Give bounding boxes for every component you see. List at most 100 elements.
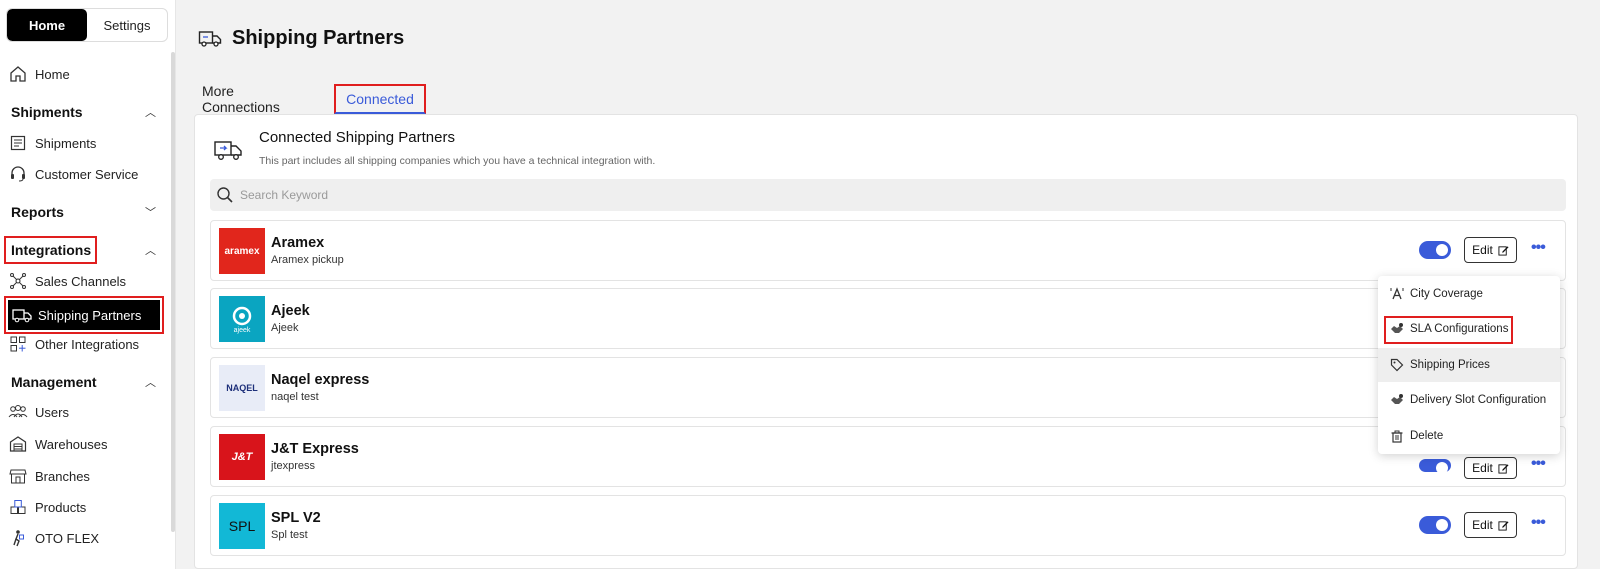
trash-icon <box>1390 429 1404 443</box>
section-label: Management <box>11 374 97 390</box>
partner-row-jt: J&T J&T Express jtexpress Edit ••• <box>210 426 1566 487</box>
partner-row-ajeek: ajeek Ajeek Ajeek <box>210 288 1566 349</box>
connected-partners-card: Connected Shipping Partners This part in… <box>194 114 1578 569</box>
menu-item-label: Shipping Prices <box>1410 359 1490 371</box>
logo-text: ajeek <box>233 326 251 334</box>
sidebar-item-label: Shipping Partners <box>38 307 142 323</box>
logo-text: NAQEL <box>226 383 258 393</box>
sidebar-item-home[interactable]: Home <box>8 62 70 86</box>
truck-icon <box>12 305 32 325</box>
section-shipments[interactable]: Shipments ︿ <box>11 104 156 120</box>
sidebar-item-sales-channels[interactable]: Sales Channels <box>8 269 126 293</box>
more-options-icon[interactable]: ••• <box>1531 514 1546 532</box>
partner-name: Aramex <box>271 235 325 251</box>
more-options-icon[interactable]: ••• <box>1531 455 1546 473</box>
section-label: Reports <box>11 204 64 220</box>
partner-description: Aramex pickup <box>271 254 344 266</box>
sidebar-scrollbar[interactable] <box>171 52 175 532</box>
enable-toggle[interactable] <box>1419 516 1451 534</box>
document-box-icon <box>8 133 28 153</box>
card-subtitle: This part includes all shipping companie… <box>259 155 656 167</box>
sidebar-item-other-integrations[interactable]: Other Integrations <box>8 332 139 356</box>
partner-description: Spl test <box>271 529 308 541</box>
menu-item-delivery-slot-configuration[interactable]: Delivery Slot Configuration <box>1378 383 1560 417</box>
sidebar-item-branches[interactable]: Branches <box>8 464 90 488</box>
sidebar-item-shipments[interactable]: Shipments <box>8 131 96 155</box>
map-text-icon <box>1390 287 1404 301</box>
logo-text: aramex <box>224 245 260 257</box>
partner-row-spl: SPL SPL V2 Spl test Edit ••• <box>210 495 1566 556</box>
edit-label: Edit <box>1472 518 1493 532</box>
boxes-icon <box>8 497 28 517</box>
logo-text: J&T <box>231 451 253 463</box>
edit-button[interactable]: Edit <box>1464 457 1517 479</box>
sidebar-item-warehouses[interactable]: Warehouses <box>8 432 108 456</box>
page-title-text: Shipping Partners <box>232 26 405 49</box>
aramex-logo: aramex <box>219 228 265 274</box>
menu-item-label: Delete <box>1410 430 1444 442</box>
chevron-down-icon: ﹀ <box>145 207 156 219</box>
home-toggle-button[interactable]: Home <box>7 9 87 41</box>
grid-plus-icon <box>8 334 28 354</box>
edit-label: Edit <box>1472 461 1493 475</box>
menu-item-label: City Coverage <box>1410 288 1483 300</box>
search-bar <box>210 179 1566 211</box>
settings-toggle-button[interactable]: Settings <box>87 9 167 41</box>
courier-icon <box>8 528 28 548</box>
partner-description: jtexpress <box>271 460 316 472</box>
sidebar-item-users[interactable]: Users <box>8 400 69 424</box>
logo-text: SPL <box>228 518 256 534</box>
handshake-gear-icon <box>1390 393 1404 407</box>
sla-highlight-box <box>1384 316 1513 344</box>
tag-icon <box>1390 358 1404 372</box>
sidebar-item-oto-flex[interactable]: OTO FLEX <box>8 526 99 550</box>
menu-item-shipping-prices[interactable]: Shipping Prices <box>1378 348 1560 382</box>
sidebar-item-label: Warehouses <box>35 436 108 452</box>
partner-row-naqel: NAQEL Naqel express naqel test <box>210 357 1566 418</box>
chevron-up-icon: ︿ <box>145 245 156 257</box>
truck-icon <box>198 26 222 50</box>
sidebar-item-label: Products <box>35 499 87 515</box>
tab-more-connections[interactable]: More Connections <box>202 83 280 115</box>
menu-item-delete[interactable]: Delete <box>1378 419 1560 453</box>
sidebar-item-shipping-partners-highlight: Shipping Partners <box>4 296 164 334</box>
tab-connected[interactable]: Connected <box>334 84 426 114</box>
partner-description: Ajeek <box>271 322 299 334</box>
partner-name: Ajeek <box>271 303 310 319</box>
section-management[interactable]: Management ︿ <box>11 374 156 390</box>
sidebar-item-label: Other Integrations <box>35 336 140 352</box>
section-label: Shipments <box>11 104 83 120</box>
sidebar-item-label: OTO FLEX <box>35 530 100 546</box>
edit-icon <box>1498 463 1509 474</box>
enable-toggle[interactable] <box>1419 459 1451 474</box>
section-reports[interactable]: Reports ﹀ <box>11 204 156 220</box>
partner-options-menu: City Coverage SLA Configurations Shippin… <box>1378 276 1560 454</box>
sidebar-item-products[interactable]: Products <box>8 495 86 519</box>
chevron-up-icon: ︿ <box>145 377 156 389</box>
edit-icon <box>1498 520 1509 531</box>
integrations-highlight-box <box>4 236 97 264</box>
search-input[interactable] <box>240 188 540 202</box>
chevron-up-icon: ︿ <box>145 107 156 119</box>
more-options-icon[interactable]: ••• <box>1531 239 1546 257</box>
edit-button[interactable]: Edit <box>1464 237 1517 263</box>
truck-icon <box>213 137 243 163</box>
spl-logo: SPL <box>219 503 265 549</box>
sidebar-item-shipping-partners[interactable]: Shipping Partners <box>8 300 160 330</box>
edit-label: Edit <box>1472 243 1493 257</box>
partner-name: SPL V2 <box>271 510 321 526</box>
search-icon <box>216 186 234 204</box>
sidebar-item-label: Home <box>35 66 70 82</box>
sidebar-item-label: Shipments <box>35 135 97 151</box>
sidebar-item-label: Branches <box>35 468 90 484</box>
enable-toggle[interactable] <box>1419 241 1451 259</box>
edit-button[interactable]: Edit <box>1464 512 1517 538</box>
menu-item-city-coverage[interactable]: City Coverage <box>1378 277 1560 311</box>
sidebar-item-customer-service[interactable]: Customer Service <box>8 162 138 186</box>
partner-row-aramex: aramex Aramex Aramex pickup Edit ••• <box>210 220 1566 281</box>
sidebar-item-label: Sales Channels <box>35 273 127 289</box>
sidebar: Home Settings Home Shipments ︿ Shipments… <box>0 0 176 569</box>
home-icon <box>8 64 28 84</box>
edit-icon <box>1498 245 1509 256</box>
warehouse-icon <box>8 434 28 454</box>
